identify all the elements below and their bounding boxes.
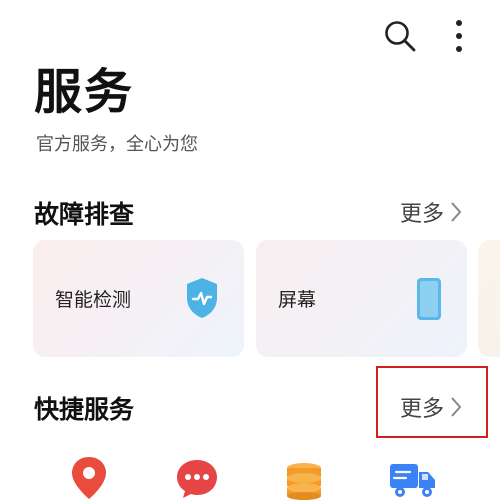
card-partial[interactable] xyxy=(478,240,500,357)
page-title: 服务 xyxy=(34,64,135,120)
chevron-right-icon xyxy=(451,202,462,222)
quick-services-section-title: 快捷服务 xyxy=(34,395,135,424)
more-label: 更多 xyxy=(400,202,445,227)
card-screen[interactable]: 屏幕 xyxy=(256,240,467,357)
search-icon xyxy=(385,21,416,52)
troubleshooting-more-link[interactable]: 更多 xyxy=(400,196,462,228)
page-subtitle: 官方服务，全心为您 xyxy=(36,134,198,155)
highlight-box xyxy=(376,366,488,438)
chat-bubble-icon[interactable] xyxy=(175,458,219,500)
card-smart-detection[interactable]: 智能检测 xyxy=(33,240,244,357)
card-label: 智能检测 xyxy=(55,289,132,311)
shield-check-icon xyxy=(187,278,217,318)
more-options-button[interactable] xyxy=(444,14,474,58)
troubleshooting-section-title: 故障排查 xyxy=(34,200,135,229)
coins-icon[interactable] xyxy=(283,462,325,500)
more-vertical-icon xyxy=(456,20,462,52)
location-pin-icon[interactable] xyxy=(69,455,109,500)
delivery-truck-icon[interactable] xyxy=(388,460,438,500)
card-label: 屏幕 xyxy=(278,289,317,311)
search-button[interactable] xyxy=(378,14,422,58)
phone-screen-icon xyxy=(417,278,441,320)
